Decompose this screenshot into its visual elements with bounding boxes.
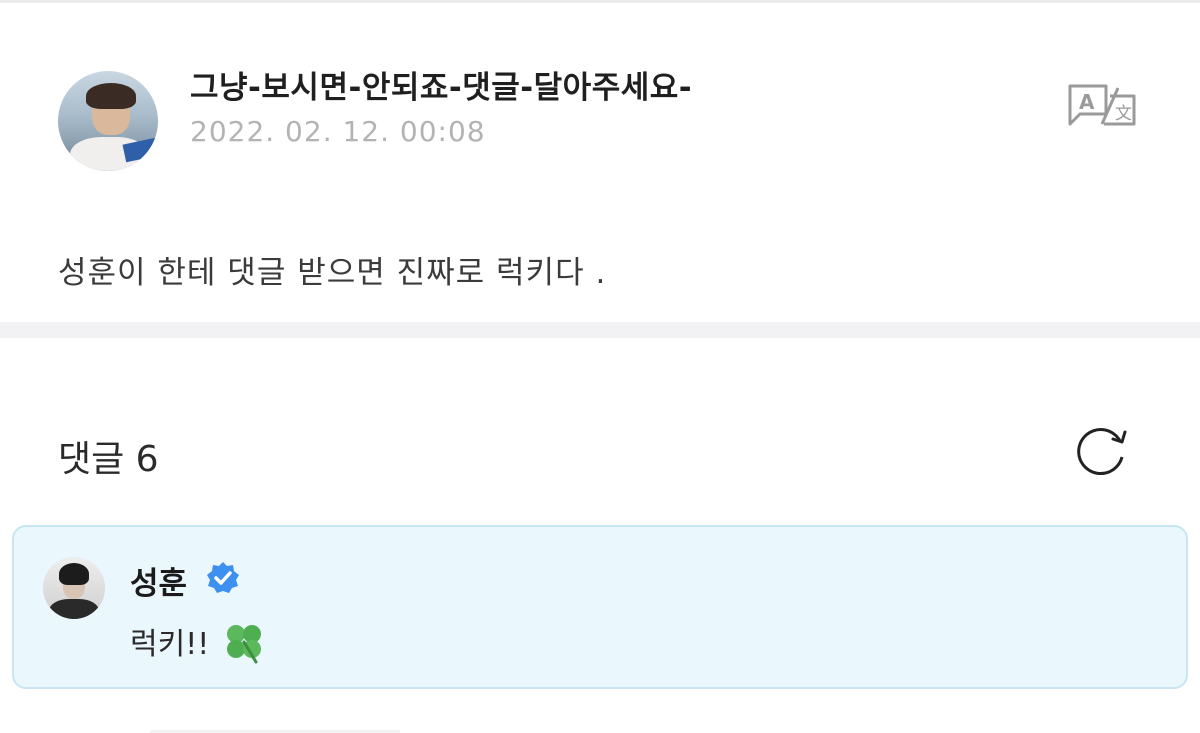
translate-button[interactable]: A 文 bbox=[1066, 82, 1138, 128]
post-date: 2022. 02. 12. 00:08 bbox=[190, 115, 486, 148]
refresh-comments-button[interactable] bbox=[1073, 423, 1131, 477]
comment-author-avatar[interactable] bbox=[43, 557, 105, 619]
top-border bbox=[0, 0, 1200, 3]
four-leaf-clover-icon bbox=[227, 625, 261, 664]
section-divider bbox=[0, 322, 1200, 338]
comment-author-name[interactable]: 성훈 bbox=[130, 558, 187, 603]
post-title: 그냥-보시면-안되죠-댓글-달아주세요- bbox=[190, 70, 693, 106]
translate-icon: A 文 bbox=[1068, 84, 1136, 126]
verified-badge-icon bbox=[207, 562, 239, 593]
refresh-icon bbox=[1077, 428, 1127, 475]
comment-item: 성훈 럭키!! bbox=[12, 525, 1188, 689]
svg-text:A: A bbox=[1079, 90, 1095, 114]
post-body: 성훈이 한테 댓글 받으면 진짜로 럭키다 . bbox=[58, 255, 607, 291]
comment-text: 럭키!! bbox=[130, 627, 210, 662]
svg-text:文: 文 bbox=[1115, 104, 1132, 124]
comments-count-heading: 댓글 6 bbox=[58, 439, 159, 480]
post-author-avatar[interactable] bbox=[58, 71, 158, 171]
